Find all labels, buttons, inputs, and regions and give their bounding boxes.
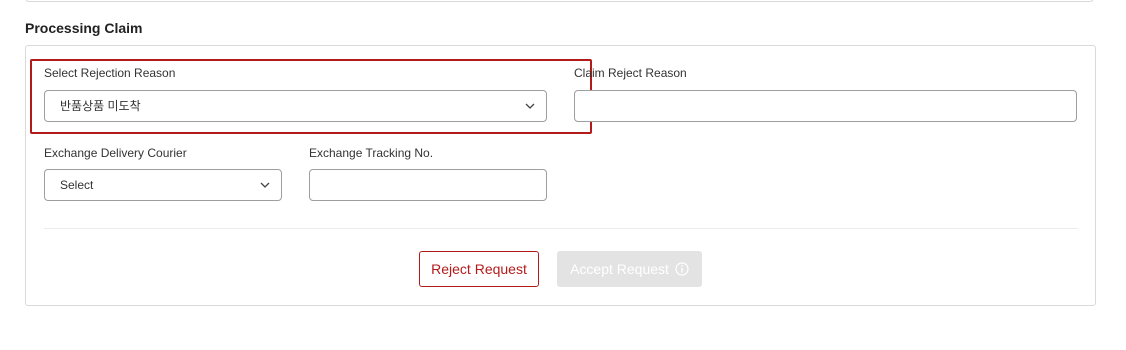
- accept-request-label: Accept Request: [570, 261, 669, 277]
- reject-request-button[interactable]: Reject Request: [419, 251, 539, 287]
- rejection-reason-value: 반품상품 미도착: [60, 99, 141, 113]
- rejection-reason-select[interactable]: 반품상품 미도착: [44, 90, 547, 122]
- divider: [44, 228, 1078, 229]
- rejection-reason-label: Select Rejection Reason: [44, 66, 176, 80]
- exchange-tracking-label: Exchange Tracking No.: [309, 146, 434, 160]
- claim-reject-reason-label: Claim Reject Reason: [574, 66, 687, 80]
- chevron-down-icon: [260, 182, 270, 188]
- exchange-courier-label: Exchange Delivery Courier: [44, 146, 187, 160]
- reject-request-label: Reject Request: [431, 261, 527, 277]
- exchange-courier-value: Select: [60, 178, 94, 192]
- exchange-tracking-input[interactable]: [309, 169, 547, 201]
- processing-claim-panel: Select Rejection Reason 반품상품 미도착 Claim R…: [25, 45, 1096, 306]
- exchange-courier-select[interactable]: Select: [44, 169, 282, 201]
- claim-reject-reason-input[interactable]: [574, 90, 1077, 122]
- section-title: Processing Claim: [25, 20, 143, 36]
- info-icon: [675, 262, 689, 276]
- chevron-down-icon: [525, 103, 535, 109]
- accept-request-button[interactable]: Accept Request: [557, 251, 702, 287]
- previous-panel-edge: [25, 0, 1094, 2]
